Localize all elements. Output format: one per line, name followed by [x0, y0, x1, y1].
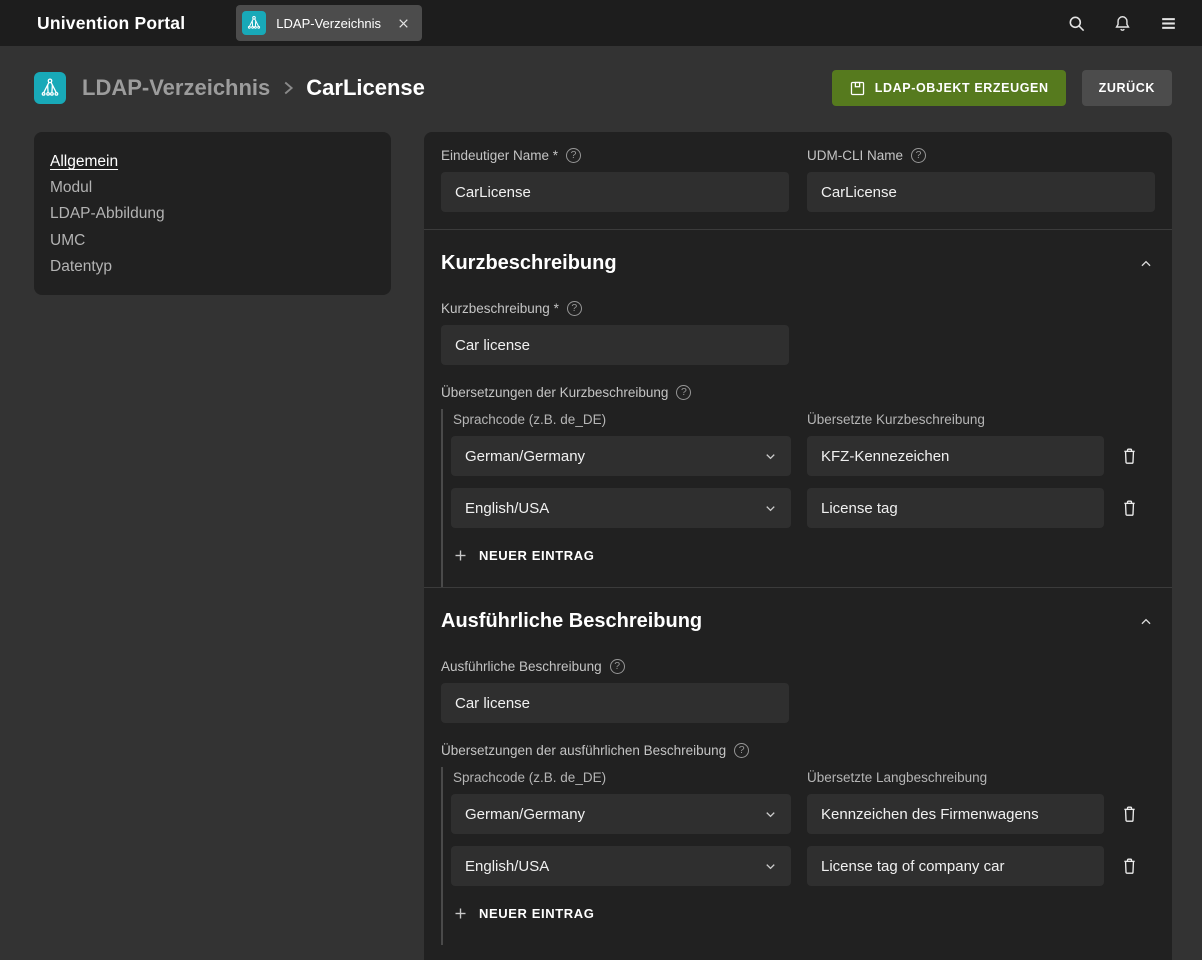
tab-label: LDAP-Verzeichnis: [276, 16, 381, 31]
translations-group-kurz: Sprachcode (z.B. de_DE) Übersetzte Kurzb…: [441, 409, 1155, 587]
collapse-chevron-up-icon[interactable]: [1137, 613, 1155, 631]
breadcrumb-module[interactable]: LDAP-Verzeichnis: [82, 75, 270, 101]
trash-icon[interactable]: [1120, 854, 1144, 878]
chevron-down-icon: [763, 501, 778, 516]
tab-close-icon[interactable]: [397, 17, 410, 30]
field-label-uebersetzungen-kurz: Übersetzungen der Kurzbeschreibung ?: [441, 385, 1155, 400]
trash-icon[interactable]: [1120, 496, 1144, 520]
help-icon[interactable]: ?: [734, 743, 749, 758]
eindeutiger-name-input[interactable]: [441, 172, 789, 212]
plus-icon: [453, 906, 468, 921]
translation-input[interactable]: [807, 488, 1104, 528]
column-header-uebersetzte-langbeschreibung: Übersetzte Langbeschreibung: [807, 770, 1104, 785]
add-entry-button[interactable]: NEUER EINTRAG: [451, 902, 596, 925]
topbar-actions: [1067, 14, 1178, 33]
field-label-uebersetzungen-lang: Übersetzungen der ausführlichen Beschrei…: [441, 743, 1155, 758]
portal-title[interactable]: Univention Portal: [37, 13, 185, 34]
menu-hamburger-icon[interactable]: [1159, 14, 1178, 33]
ldap-module-logo-icon: [34, 72, 66, 104]
column-header-uebersetzte-kurzbeschreibung: Übersetzte Kurzbeschreibung: [807, 412, 1104, 427]
sidebar-nav: Allgemein Modul LDAP-Abbildung UMC Daten…: [34, 132, 391, 295]
breadcrumb: LDAP-Verzeichnis CarLicense: [82, 75, 425, 101]
collapse-chevron-up-icon[interactable]: [1137, 255, 1155, 273]
translation-input[interactable]: [807, 794, 1104, 834]
chevron-right-icon: [281, 77, 295, 99]
section-kurzbeschreibung: Kurzbeschreibung Kurzbeschreibung * ? Üb…: [424, 230, 1172, 588]
help-icon[interactable]: ?: [676, 385, 691, 400]
language-select[interactable]: English/USA: [451, 846, 791, 886]
search-icon[interactable]: [1067, 14, 1086, 33]
chevron-down-icon: [763, 449, 778, 464]
chevron-down-icon: [763, 807, 778, 822]
module-header: LDAP-Verzeichnis CarLicense LDAP-OBJEKT …: [0, 46, 1202, 130]
breadcrumb-current: CarLicense: [306, 75, 425, 101]
sidebar-item-modul[interactable]: Modul: [50, 175, 92, 201]
kurzbeschreibung-input[interactable]: [441, 325, 789, 365]
sidebar-item-ldap-abbildung[interactable]: LDAP-Abbildung: [50, 201, 165, 227]
help-icon[interactable]: ?: [567, 301, 582, 316]
section-title: Ausführliche Beschreibung: [441, 610, 702, 633]
column-header-sprachcode: Sprachcode (z.B. de_DE): [451, 412, 791, 427]
section-title: Kurzbeschreibung: [441, 252, 617, 275]
ausfuehrliche-beschreibung-input[interactable]: [441, 683, 789, 723]
translations-group-lang: Sprachcode (z.B. de_DE) Übersetzte Langb…: [441, 767, 1155, 945]
help-icon[interactable]: ?: [566, 148, 581, 163]
translation-row: German/Germany: [451, 436, 1155, 476]
section-ausfuehrliche-beschreibung: Ausführliche Beschreibung Ausführliche B…: [424, 588, 1172, 945]
back-button[interactable]: ZURÜCK: [1082, 70, 1172, 106]
field-label-kurzbeschreibung: Kurzbeschreibung * ?: [441, 301, 1155, 316]
translation-row: German/Germany: [451, 794, 1155, 834]
trash-icon[interactable]: [1120, 802, 1144, 826]
section-basic: Eindeutiger Name * ? UDM-CLI Name ?: [424, 132, 1172, 230]
field-label-eindeutiger-name: Eindeutiger Name * ?: [441, 148, 789, 163]
sidebar-item-allgemein[interactable]: Allgemein: [50, 149, 118, 175]
language-select[interactable]: English/USA: [451, 488, 791, 528]
help-icon[interactable]: ?: [911, 148, 926, 163]
form-card: Eindeutiger Name * ? UDM-CLI Name ? Kurz…: [424, 132, 1172, 960]
sidebar-item-umc[interactable]: UMC: [50, 228, 85, 254]
chevron-down-icon: [763, 859, 778, 874]
plus-icon: [453, 548, 468, 563]
translation-row: English/USA: [451, 846, 1155, 886]
field-label-ausfuehrliche-beschreibung: Ausführliche Beschreibung ?: [441, 659, 1155, 674]
create-ldap-object-button[interactable]: LDAP-OBJEKT ERZEUGEN: [832, 70, 1066, 106]
trash-icon[interactable]: [1120, 444, 1144, 468]
language-select[interactable]: German/Germany: [451, 436, 791, 476]
header-actions: LDAP-OBJEKT ERZEUGEN ZURÜCK: [832, 70, 1172, 106]
translation-row: English/USA: [451, 488, 1155, 528]
sidebar-item-datentyp[interactable]: Datentyp: [50, 254, 112, 280]
udm-cli-name-input[interactable]: [807, 172, 1155, 212]
save-icon: [849, 80, 866, 97]
column-header-sprachcode: Sprachcode (z.B. de_DE): [451, 770, 791, 785]
language-select[interactable]: German/Germany: [451, 794, 791, 834]
add-entry-button[interactable]: NEUER EINTRAG: [451, 544, 596, 567]
tab-ldap-verzeichnis[interactable]: LDAP-Verzeichnis: [236, 5, 422, 41]
content: Allgemein Modul LDAP-Abbildung UMC Daten…: [0, 130, 1202, 960]
help-icon[interactable]: ?: [610, 659, 625, 674]
translation-input[interactable]: [807, 846, 1104, 886]
ldap-tree-icon: [242, 11, 266, 35]
field-label-udm-cli-name: UDM-CLI Name ?: [807, 148, 1155, 163]
topbar: Univention Portal LDAP-Verzeichnis: [0, 0, 1202, 46]
create-button-label: LDAP-OBJEKT ERZEUGEN: [875, 81, 1049, 95]
notifications-bell-icon[interactable]: [1113, 14, 1132, 33]
back-button-label: ZURÜCK: [1099, 81, 1155, 95]
translation-input[interactable]: [807, 436, 1104, 476]
